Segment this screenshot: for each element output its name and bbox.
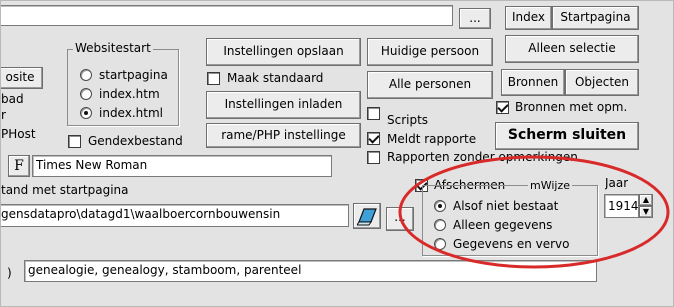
radio-startpagina[interactable]: startpagina — [73, 67, 177, 83]
settings-window: ... osite bad r PHost ) Websitestart sta… — [0, 0, 674, 307]
radio-index-html-circle[interactable] — [80, 107, 92, 119]
startpagina-button[interactable]: Startpagina — [552, 6, 639, 30]
objecten-button[interactable]: Objecten — [565, 69, 639, 96]
bronnen-button[interactable]: Bronnen — [501, 69, 565, 96]
load-settings-button[interactable]: Instellingen inladen — [206, 91, 361, 119]
meldt-rapporten-checkbox[interactable] — [367, 132, 380, 145]
top-text-input[interactable] — [1, 5, 453, 26]
radio-index-html[interactable]: index.html — [73, 105, 177, 121]
left-label-r: r — [1, 108, 6, 122]
make-default-checkbox[interactable] — [207, 72, 220, 85]
websitestart-title: Websitestart — [73, 41, 153, 56]
highlight-circle — [398, 155, 670, 269]
alleen-selectie-button[interactable]: Alleen selectie — [505, 35, 639, 63]
scripts-checkbox[interactable] — [367, 107, 380, 120]
left-label-paren: ) — [7, 266, 12, 280]
rapporten-zonder-checkbox[interactable] — [367, 151, 380, 164]
gendex-checkbox[interactable] — [68, 135, 81, 148]
radio-index-htm-label: index.htm — [99, 87, 160, 101]
scripts-label: Scripts — [387, 113, 429, 127]
clear-path-button[interactable] — [353, 203, 381, 229]
close-screen-button[interactable]: Scherm sluiten — [495, 122, 639, 150]
bronnen-met-opm-checkbox[interactable] — [496, 101, 509, 114]
make-default-label: Maak standaard — [227, 71, 324, 85]
font-name-input[interactable]: Times New Roman — [32, 155, 332, 177]
radio-startpagina-label: startpagina — [99, 68, 168, 82]
startpage-file-label: tand met startpagina — [1, 183, 129, 197]
save-settings-button[interactable]: Instellingen opslaan — [206, 38, 361, 66]
meldt-rapporten-label: Meldt rapporte — [387, 132, 477, 146]
frame-php-settings-button[interactable]: rame/PHP instellinge — [206, 123, 361, 148]
current-person-button[interactable]: Huidige persoon — [367, 38, 493, 66]
gendex-label: Gendexbestand — [88, 134, 183, 148]
radio-startpagina-circle[interactable] — [80, 69, 92, 81]
index-button[interactable]: Index — [505, 6, 552, 30]
all-persons-button[interactable]: Alle personen — [367, 71, 493, 99]
top-browse-button[interactable]: ... — [459, 8, 491, 29]
radio-index-html-label: index.html — [99, 106, 163, 120]
website-button[interactable]: osite — [1, 67, 43, 89]
left-label-host: PHost — [1, 127, 36, 141]
font-button[interactable]: F — [8, 155, 30, 177]
radio-index-htm-circle[interactable] — [80, 88, 92, 100]
left-label-bad: bad — [1, 92, 24, 106]
bronnen-met-opm-label: Bronnen met opm. — [515, 100, 628, 114]
eraser-icon — [357, 207, 379, 226]
path-input[interactable]: gensdatapro\datagd1\waalboercornbouwensi… — [1, 204, 349, 227]
radio-index-htm[interactable]: index.htm — [73, 86, 177, 102]
